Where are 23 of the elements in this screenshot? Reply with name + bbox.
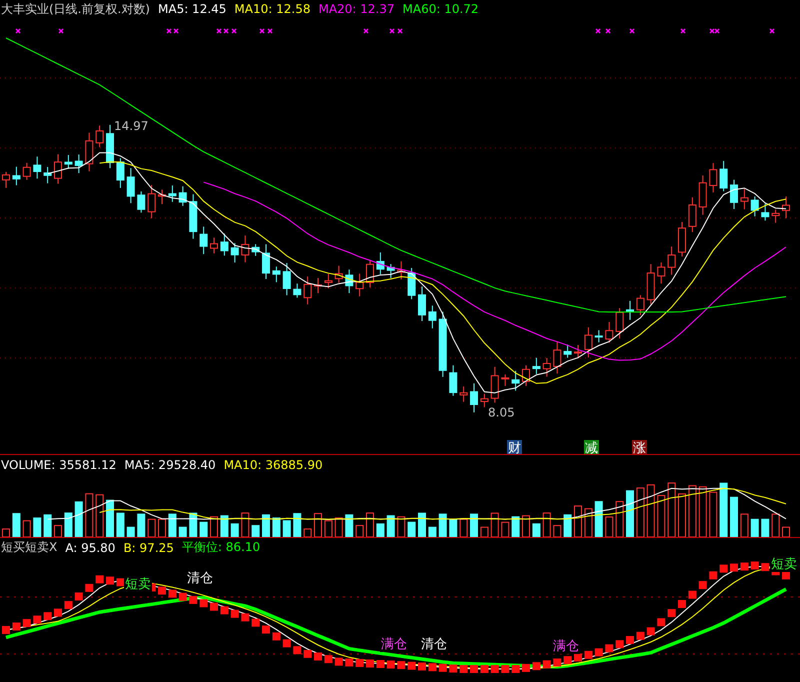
signal-label: 清仓	[420, 637, 448, 652]
event-marker-label: 涨	[633, 441, 646, 454]
indicator-value: MA60: 10.72	[402, 2, 479, 16]
signal-label: 短卖	[124, 577, 152, 592]
signal-label: 短卖	[770, 557, 798, 572]
indicator-value: MA5: 12.45	[158, 2, 226, 16]
signal-label: 满仓	[380, 637, 408, 652]
indicator-value: 平衡位: 86.10	[182, 539, 260, 556]
low-price-label: 8.05	[488, 405, 515, 420]
indicator-value: MA5: 29528.40	[124, 458, 216, 472]
indicator-value: MA10: 12.58	[234, 2, 310, 16]
event-marker-label: 财	[508, 441, 521, 454]
signal-label: 清仓	[186, 571, 214, 586]
indicator-value: A: 95.80	[65, 540, 116, 554]
indicator-value: B: 97.25	[123, 540, 174, 554]
high-price-label: 14.97	[114, 118, 148, 133]
indicator-value: MA10: 36885.90	[224, 458, 323, 472]
indicator-title: 短买短卖X	[1, 539, 58, 556]
indicator-value: VOLUME: 35581.12	[1, 458, 116, 472]
stock-title: 大丰实业(日线.前复权.对数)	[1, 0, 150, 18]
signal-label: 满仓	[552, 639, 580, 654]
indicator-value: MA20: 12.37	[318, 2, 395, 16]
event-marker-label: 减	[585, 441, 598, 454]
